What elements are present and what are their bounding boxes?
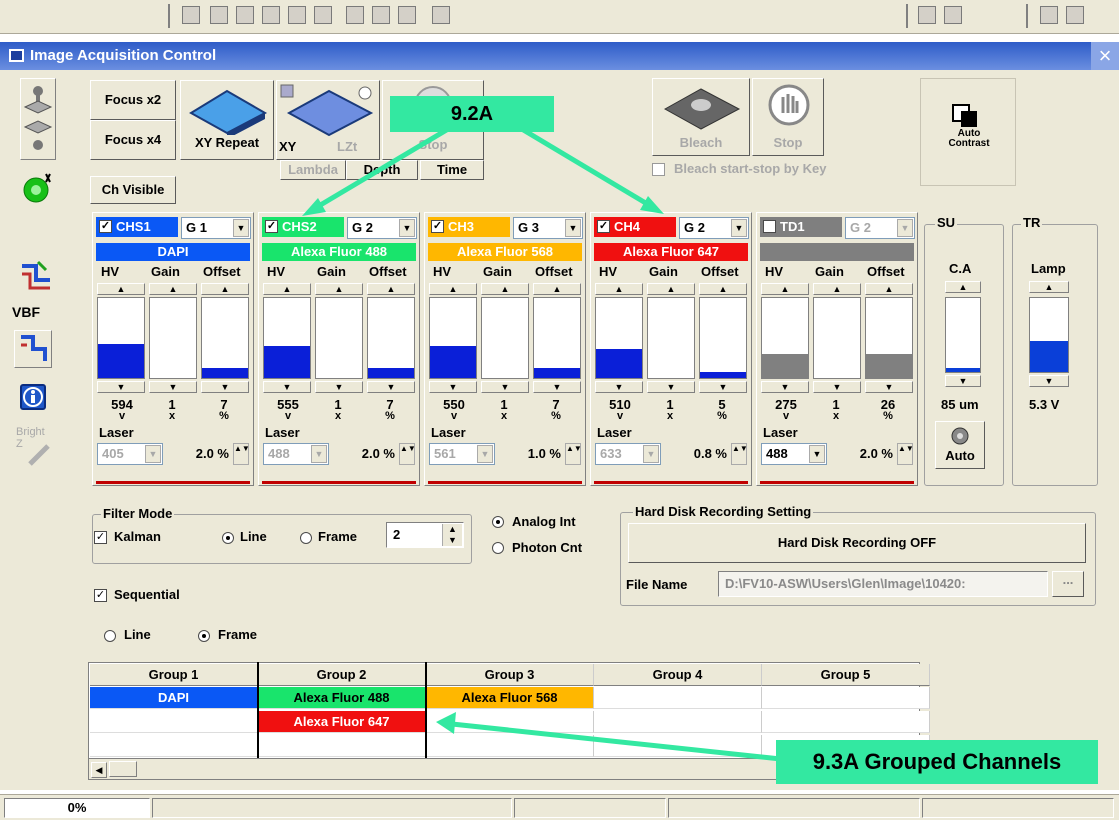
status-pane [514,798,666,818]
progress-indicator: 0% [4,798,150,818]
status-bar: 0% [0,794,1119,820]
status-pane [668,798,920,818]
annotation-arrows [302,113,791,763]
callout-9-3a: 9.3A Grouped Channels [776,740,1098,784]
status-pane [152,798,512,818]
status-pane [922,798,1114,818]
callout-9-2a: 9.2A [390,96,554,132]
